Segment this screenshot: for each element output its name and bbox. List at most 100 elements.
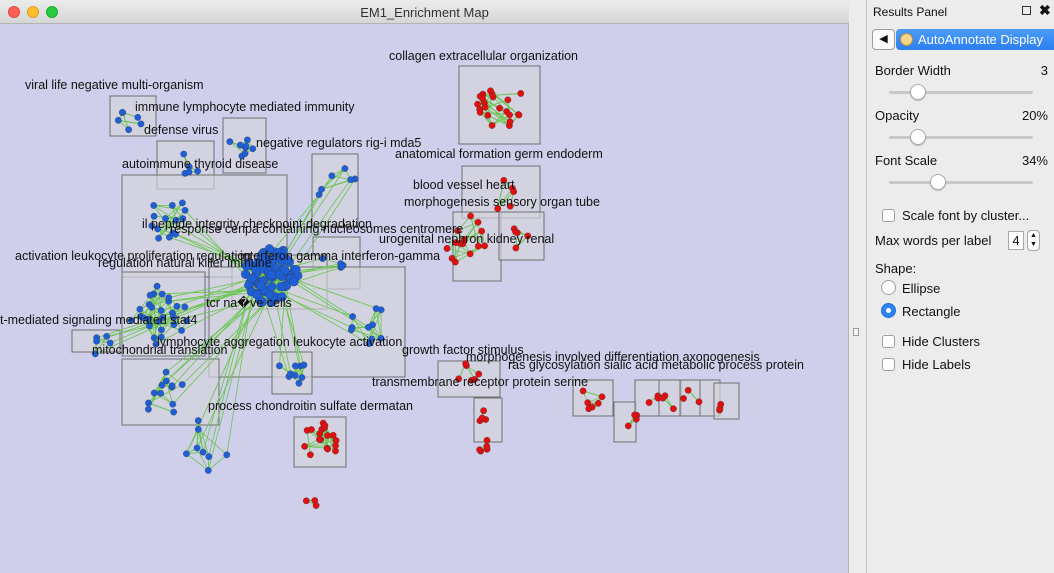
network-node[interactable] [226,138,234,145]
network-node[interactable] [178,381,186,388]
network-node[interactable] [242,142,250,150]
network-node[interactable] [148,303,156,311]
hide-clusters-checkbox[interactable] [882,335,895,348]
hide-labels-label[interactable]: Hide Labels [902,357,971,372]
network-node[interactable] [302,497,310,505]
network-node[interactable] [256,281,266,291]
network-node[interactable] [136,305,144,313]
network-node[interactable] [483,442,491,450]
network-node[interactable] [125,126,133,133]
splitter-grip-icon[interactable] [853,328,859,336]
network-node[interactable] [134,113,142,121]
network-node[interactable] [321,422,329,429]
network-node[interactable] [266,281,277,292]
network-node[interactable] [506,111,513,119]
max-words-input[interactable]: 4 [1008,231,1024,250]
network-node[interactable] [347,326,355,334]
window-titlebar[interactable]: EM1_Enrichment Map [0,0,849,24]
network-node[interactable] [183,450,190,458]
network-node[interactable] [483,436,491,444]
network-node[interactable] [181,206,189,214]
cluster-label[interactable]: ras glycosylation sialic acid metabolic … [508,359,804,372]
font-scale-slider-track[interactable] [889,181,1033,184]
cluster-label[interactable]: immune lymphocyte mediated immunity [135,101,355,114]
network-node[interactable] [291,265,301,275]
panel-splitter[interactable] [849,0,867,573]
network-node[interactable] [295,379,303,387]
cluster-label[interactable]: mitochondrial translation [92,344,228,357]
network-node[interactable] [150,202,158,209]
network-node[interactable] [181,303,189,311]
network-node[interactable] [237,141,244,149]
network-node[interactable] [312,502,320,509]
network-node[interactable] [194,417,202,424]
network-node[interactable] [308,426,315,433]
network-node[interactable] [670,405,677,413]
network-node[interactable] [467,212,474,220]
network-node[interactable] [241,150,249,157]
network-node[interactable] [145,405,152,413]
network-node[interactable] [158,326,165,334]
network-node[interactable] [598,393,606,401]
network-node[interactable] [506,118,514,126]
network-node[interactable] [680,395,687,402]
cluster-label[interactable]: viral life negative multi-organism [25,79,204,92]
network-node[interactable] [451,258,459,266]
network-node[interactable] [168,202,176,209]
network-node[interactable] [292,362,299,370]
cluster-label[interactable]: t-mediated signaling mediated stat4 [0,314,197,327]
network-node[interactable] [162,368,170,376]
network-node[interactable] [289,277,299,287]
network-node[interactable] [324,445,331,453]
network-node[interactable] [103,333,110,340]
network-node[interactable] [488,122,496,129]
cluster-label[interactable]: tcr na�ve cells [206,297,292,310]
cluster-label[interactable]: process chondroitin sulfate dermatan [208,400,413,413]
network-node[interactable] [659,394,667,402]
network-node[interactable] [301,443,308,450]
network-node[interactable] [276,362,283,370]
network-node[interactable] [158,290,166,298]
network-node[interactable] [318,185,325,193]
network-node[interactable] [316,430,324,438]
network-node[interactable] [474,218,482,226]
network-node[interactable] [165,294,173,301]
network-node[interactable] [329,431,337,439]
network-node[interactable] [276,281,286,292]
opacity-slider[interactable] [909,129,926,145]
network-node[interactable] [145,399,152,407]
network-node[interactable] [645,399,653,406]
shape-rectangle-label[interactable]: Rectangle [902,304,961,319]
network-node[interactable] [205,453,213,460]
shape-ellipse-radio[interactable] [881,280,896,295]
network-node[interactable] [150,389,158,397]
network-node[interactable] [476,446,483,454]
network-node[interactable] [291,372,299,379]
network-node[interactable] [347,176,355,184]
network-node[interactable] [204,467,212,474]
cluster-label[interactable]: regulation natural killer immune [98,257,272,270]
border-width-slider[interactable] [909,84,926,100]
network-node[interactable] [341,165,349,172]
shape-rectangle-radio[interactable] [881,303,896,318]
network-node[interactable] [169,400,177,408]
cluster-label[interactable]: transmembrane receptor protein serine [372,376,588,389]
network-node[interactable] [585,405,593,413]
network-node[interactable] [247,273,257,284]
tab-autoannotate-display[interactable]: AutoAnnotate Display [896,29,1054,50]
network-node[interactable] [684,386,692,394]
network-node[interactable] [479,95,487,102]
font-scale-slider[interactable] [929,174,946,190]
network-node[interactable] [199,448,207,456]
network-node[interactable] [480,407,487,415]
scale-font-label[interactable]: Scale font by cluster... [902,208,1029,223]
cluster-label[interactable]: urogenital nephron kidney renal [379,233,554,246]
network-node[interactable] [178,327,185,334]
network-node[interactable] [223,451,231,459]
network-node[interactable] [155,234,162,242]
network-node[interactable] [119,108,126,116]
network-node[interactable] [170,408,177,416]
scale-font-checkbox[interactable] [882,209,895,222]
cluster-label[interactable]: defense virus [144,124,218,137]
network-node[interactable] [504,96,512,104]
